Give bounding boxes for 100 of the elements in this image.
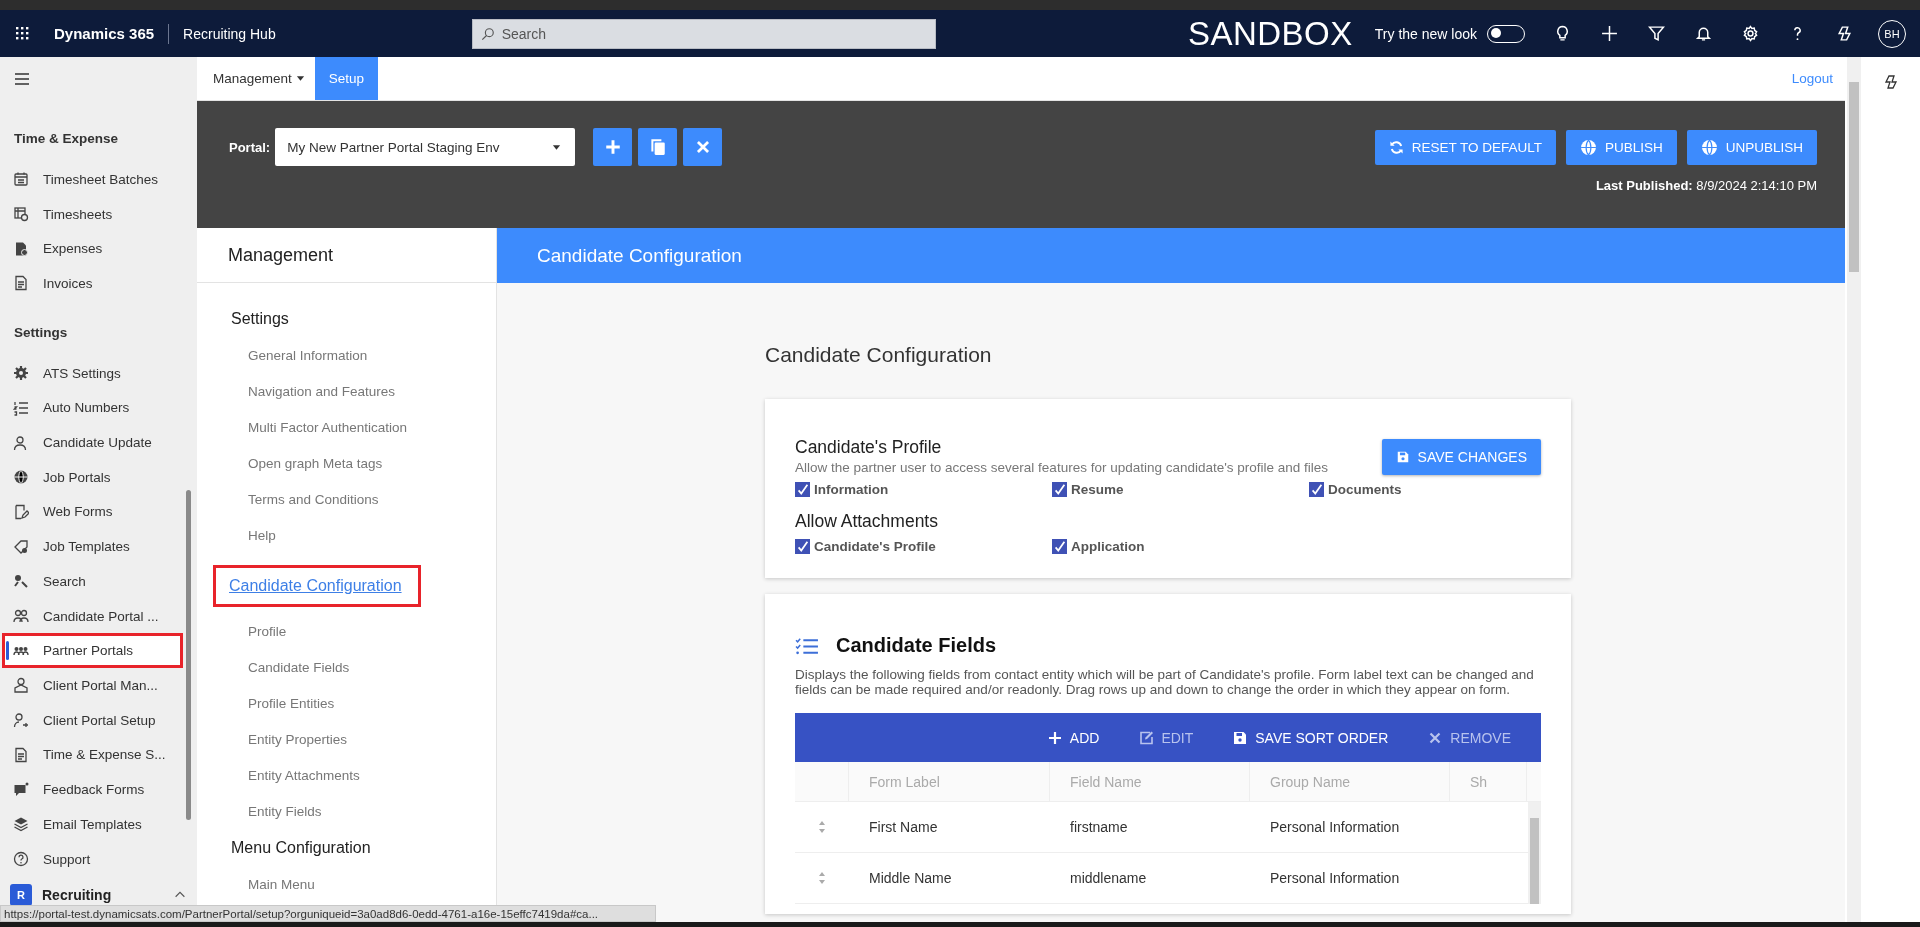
area-name: Recruiting Hub bbox=[183, 25, 276, 42]
checkbox[interactable]: Resume bbox=[1052, 482, 1309, 497]
nav-link[interactable]: Candidate Fields bbox=[231, 649, 496, 685]
settings-icon[interactable] bbox=[1742, 25, 1759, 42]
lightbulb-icon[interactable] bbox=[1554, 25, 1571, 42]
chat-icon bbox=[13, 781, 29, 798]
section-heading: Menu Configuration bbox=[231, 838, 372, 858]
section-heading: Settings bbox=[13, 323, 69, 342]
check-icon bbox=[795, 539, 810, 554]
layers-icon bbox=[13, 816, 29, 833]
sidebar-item[interactable]: Timesheet Batches bbox=[0, 162, 185, 197]
save-icon bbox=[1395, 450, 1410, 464]
scrollbar[interactable] bbox=[1847, 57, 1861, 922]
section-heading: Settings bbox=[231, 309, 290, 329]
environment-label: SANDBOX bbox=[1187, 14, 1353, 53]
close-icon bbox=[1428, 730, 1443, 745]
nav-link[interactable]: Profile Entities bbox=[231, 685, 496, 721]
sidebar-item[interactable]: ATS Settings bbox=[0, 355, 185, 391]
nav-link[interactable]: Open graph Meta tags bbox=[231, 445, 496, 481]
app-name[interactable]: Dynamics 365 bbox=[54, 25, 155, 42]
form-edit-icon bbox=[13, 503, 29, 520]
table-cell-text: Personal Information bbox=[1269, 869, 1401, 888]
sidebar-item[interactable]: Client Portal Setup bbox=[0, 702, 185, 738]
sidebar-item[interactable]: Invoices bbox=[0, 266, 185, 301]
sidebar-item[interactable]: Partner Portals bbox=[2, 633, 183, 669]
tab[interactable]: Management bbox=[213, 57, 315, 100]
nav-link[interactable]: Entity Fields bbox=[231, 793, 496, 829]
save-icon bbox=[1233, 730, 1248, 745]
plus-icon[interactable] bbox=[1601, 25, 1618, 42]
card-title: Candidate's Profile bbox=[795, 437, 943, 458]
new-look-label: Try the new look bbox=[1374, 25, 1477, 42]
numbered-list-icon bbox=[13, 399, 29, 416]
refresh-icon bbox=[1388, 140, 1404, 155]
drag-handle-icon[interactable] bbox=[818, 820, 826, 834]
globe-icon bbox=[13, 469, 29, 486]
card-description: Displays the following fields from contact entity which will be part of Candidate's profile. Form label text can be changed and fields can be made required and/or readonly. Drag rows up and down to change the order in which they appear on form. bbox=[795, 667, 1535, 697]
copy-icon bbox=[648, 138, 667, 156]
nav-link[interactable]: Multi Factor Authentication bbox=[231, 409, 496, 445]
card-description: Allow the partner user to access several features for updating candidate's profile and files bbox=[795, 460, 1329, 475]
calendar-icon bbox=[13, 171, 29, 188]
card-title: Candidate Fields bbox=[836, 634, 997, 657]
sidebar-item[interactable]: Web Forms bbox=[0, 494, 185, 530]
nav-link[interactable]: Profile bbox=[231, 613, 496, 649]
sidebar-item[interactable]: Email Templates bbox=[0, 806, 185, 842]
panel-title: Management bbox=[197, 228, 496, 283]
check-icon bbox=[795, 482, 810, 497]
section-link[interactable]: Candidate Configuration bbox=[213, 565, 421, 607]
copilot-icon[interactable] bbox=[1836, 25, 1853, 42]
search-icon bbox=[480, 26, 495, 41]
sidebar-item[interactable]: Search bbox=[0, 564, 185, 599]
nav-link[interactable]: Navigation and Features bbox=[231, 373, 496, 409]
people-icon bbox=[13, 608, 29, 625]
drag-handle-icon[interactable] bbox=[818, 871, 826, 885]
nav-link[interactable]: Entity Properties bbox=[231, 721, 496, 757]
check-icon bbox=[1052, 539, 1067, 554]
toolbar-button[interactable]: SAVE SORT ORDER bbox=[1227, 725, 1395, 750]
checkbox[interactable]: Information bbox=[795, 482, 1052, 497]
app-launcher-icon[interactable] bbox=[15, 26, 30, 41]
nav-link[interactable]: Help bbox=[231, 517, 496, 553]
table-cell-text: firstname bbox=[1069, 818, 1129, 837]
table-cell-text: Middle Name bbox=[868, 869, 953, 888]
nav-link[interactable]: General Information bbox=[231, 337, 496, 373]
caret-icon bbox=[552, 142, 562, 152]
sidebar-item[interactable]: Timesheets bbox=[0, 196, 185, 232]
nav-link[interactable]: Main Menu bbox=[231, 866, 496, 902]
nav-link[interactable]: Terms and Conditions bbox=[231, 481, 496, 517]
last-published-text: Last Published: 8/9/2024 2:14:10 PM bbox=[1595, 178, 1817, 193]
check-icon bbox=[1309, 482, 1324, 497]
scrollbar[interactable] bbox=[186, 490, 191, 820]
toolbar-button[interactable]: ADD bbox=[1041, 725, 1106, 750]
person-card-icon bbox=[13, 677, 29, 694]
portal-dropdown[interactable]: My New Partner Portal Staging Env bbox=[275, 128, 576, 166]
sidebar-item[interactable]: Support bbox=[0, 841, 185, 877]
sidebar-item[interactable]: Candidate Update bbox=[0, 425, 185, 460]
globe-icon bbox=[1700, 139, 1718, 156]
sidebar-item[interactable]: Time & Expense S... bbox=[0, 737, 185, 773]
search-field[interactable]: Search bbox=[471, 18, 936, 49]
checkbox[interactable]: Documents bbox=[1309, 482, 1541, 497]
checkbox[interactable]: Candidate's Profile bbox=[795, 539, 1052, 554]
help-icon bbox=[13, 851, 29, 867]
sidebar-item[interactable]: Expenses bbox=[0, 231, 185, 267]
sidebar-item[interactable]: Job Templates bbox=[0, 529, 185, 565]
add-button[interactable] bbox=[593, 128, 633, 166]
sidebar-item[interactable]: Auto Numbers bbox=[0, 390, 185, 426]
checkbox[interactable]: Application bbox=[1052, 539, 1309, 554]
link-url-tooltip: https://portal-test.dynamicsats.com/PartnerPortal/setup?orguniqueid=3a0ad8d6-0edd-4761-a16e-15effc7419da#ca... bbox=[0, 905, 656, 922]
bell-icon[interactable] bbox=[1695, 25, 1712, 42]
sidebar-item[interactable]: Feedback Forms bbox=[0, 772, 185, 807]
copilot-icon[interactable] bbox=[1882, 74, 1899, 90]
delete-button[interactable] bbox=[683, 128, 723, 166]
nav-link[interactable]: Entity Attachments bbox=[231, 757, 496, 793]
scrollbar[interactable] bbox=[1528, 802, 1541, 904]
sidebar-item[interactable]: Client Portal Man... bbox=[0, 668, 185, 703]
filter-icon[interactable] bbox=[1648, 25, 1665, 42]
check-icon bbox=[1052, 482, 1067, 497]
sidebar-item[interactable]: Candidate Portal ... bbox=[0, 598, 185, 634]
page-header: Candidate Configuration bbox=[497, 228, 1845, 283]
sidebar-item[interactable]: Job Portals bbox=[0, 459, 185, 495]
menu-icon[interactable] bbox=[14, 71, 30, 87]
copy-button[interactable] bbox=[638, 128, 678, 166]
